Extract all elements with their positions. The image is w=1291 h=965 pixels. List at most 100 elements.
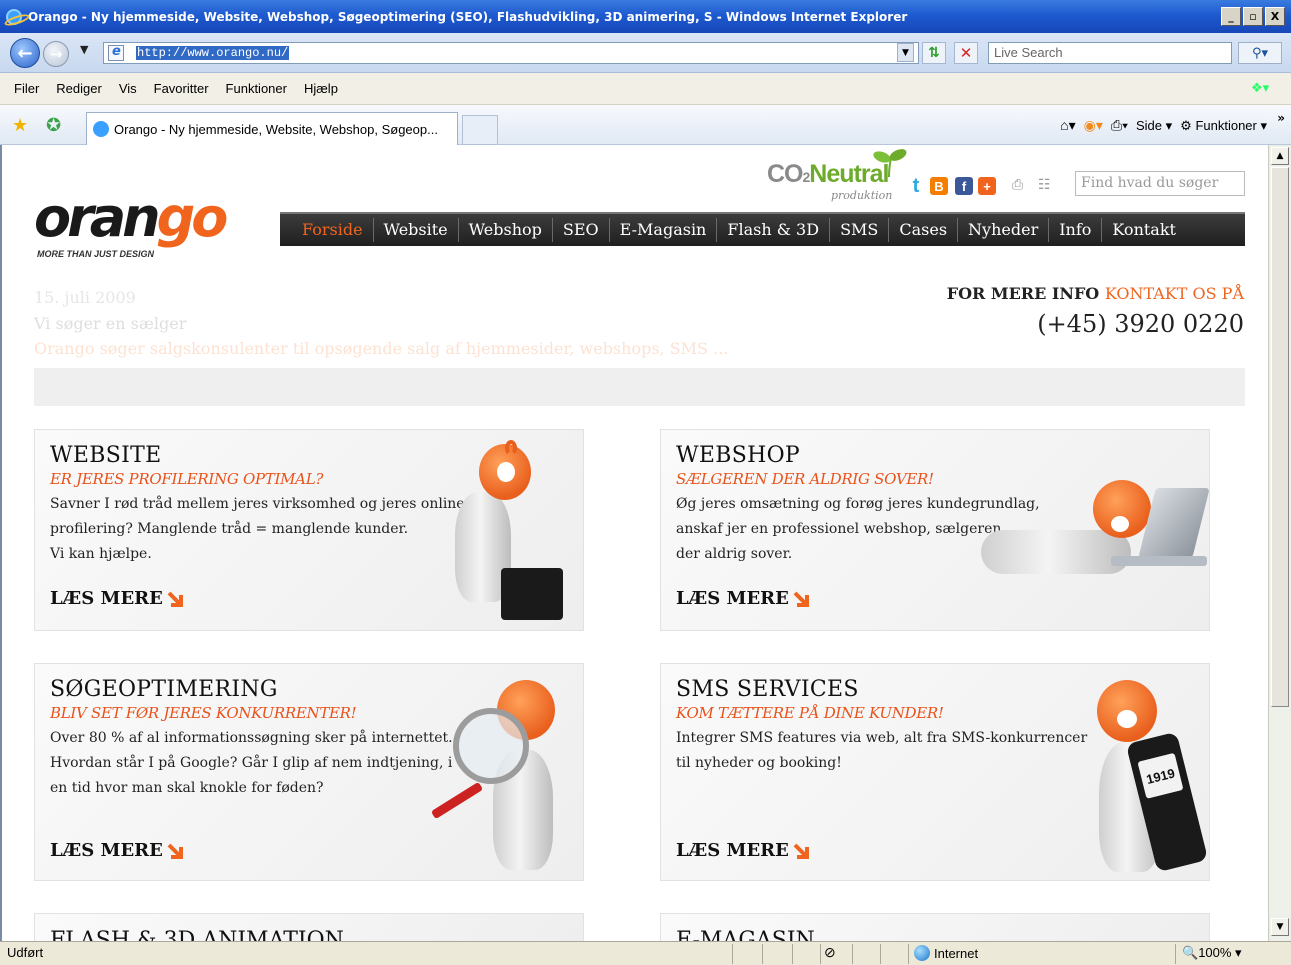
nav-info[interactable]: Info <box>1049 218 1103 242</box>
panel-seo[interactable]: SØGEOPTIMERING BLIV SET FØR JERES KONKUR… <box>34 663 584 881</box>
read-more-link[interactable]: LÆS MERE <box>676 840 811 861</box>
businessman-figure <box>425 430 575 630</box>
laptop-figure <box>961 470 1209 630</box>
logo-main: oran <box>34 186 161 249</box>
nav-flash-3d[interactable]: Flash & 3D <box>717 218 831 242</box>
co2-word: Neutral <box>809 160 889 188</box>
panel-webshop[interactable]: WEBSHOP SÆLGEREN DER ALDRIG SOVER! Øg je… <box>660 429 1210 631</box>
page-viewport: CO2Neutral produktion t B f + ⎙ ☷ Find h… <box>0 145 1268 941</box>
page-menu[interactable]: Side ▾ <box>1136 118 1172 134</box>
tools-menu[interactable]: ⚙ Funktioner ▾ <box>1180 118 1267 134</box>
feeds-icon[interactable]: ◉▾ <box>1084 117 1103 134</box>
phone-figure: 1919 <box>1057 664 1209 880</box>
maximize-button[interactable]: ▫ <box>1243 7 1263 26</box>
news-date: 15. juli 2009 <box>34 288 136 307</box>
popup-blocker-icon[interactable]: ⊘ <box>824 944 836 961</box>
magnifier-figure <box>427 664 577 880</box>
status-text: Udført <box>7 945 44 960</box>
nav-nyheder[interactable]: Nyheder <box>958 218 1050 242</box>
google-plus-icon[interactable]: + <box>978 177 996 195</box>
tools-menu-label: Funktioner <box>1195 117 1257 133</box>
security-zone[interactable]: Internet <box>914 945 978 961</box>
print-icon[interactable]: ⎙▾ <box>1111 117 1128 134</box>
panel-title: WEBSITE <box>50 443 162 468</box>
site-search-input[interactable]: Find hvad du søger <box>1075 171 1245 196</box>
panel-e-magasin[interactable]: E-MAGASIN <box>660 913 1210 941</box>
nav-e-magasin[interactable]: E-Magasin <box>610 218 718 242</box>
stop-button[interactable]: ✕ <box>954 42 978 64</box>
favorites-center-icon[interactable]: ★ <box>12 115 28 136</box>
news-teaser[interactable]: Orango søger salgskonsulenter til opsøge… <box>34 339 728 358</box>
panel-website[interactable]: WEBSITE ER JERES PROFILERING OPTIMAL? Sa… <box>34 429 584 631</box>
sitemap-icon[interactable]: ☷ <box>1038 177 1051 193</box>
print-page-icon[interactable]: ⎙ <box>1012 177 1023 193</box>
panel-body: Savner I rød tråd mellem jeres virksomhe… <box>50 492 465 567</box>
add-favorite-icon[interactable]: ✪ <box>46 115 61 136</box>
panel-body: Integrer SMS features via web, alt fra S… <box>676 726 1087 776</box>
menu-bar: Filer Rediger Vis Favoritter Funktioner … <box>0 73 1291 105</box>
panel-title: SØGEOPTIMERING <box>50 677 278 702</box>
address-field[interactable]: http://www.orango.nu/ <box>103 42 919 64</box>
read-more-label: LÆS MERE <box>50 840 163 861</box>
address-url[interactable]: http://www.orango.nu/ <box>136 46 290 60</box>
news-headline[interactable]: Vi søger en sælger <box>34 314 186 333</box>
chevron-more-icon[interactable]: » <box>1277 111 1285 125</box>
contact-prefix: FOR MERE INFO <box>946 284 1105 303</box>
menu-file[interactable]: Filer <box>14 81 39 96</box>
magnifier-glass <box>453 708 529 784</box>
read-more-link[interactable]: LÆS MERE <box>676 588 811 609</box>
twitter-icon[interactable]: t <box>907 175 925 197</box>
menu-view[interactable]: Vis <box>119 81 137 96</box>
read-more-link[interactable]: LÆS MERE <box>50 588 185 609</box>
zoom-control[interactable]: 🔍100% ▾ <box>1182 945 1242 961</box>
close-button[interactable]: X <box>1265 7 1285 26</box>
contact-link[interactable]: KONTAKT OS PÅ <box>1105 284 1244 303</box>
arrow-down-right-icon <box>167 843 183 859</box>
nav-sms[interactable]: SMS <box>830 218 890 242</box>
read-more-link[interactable]: LÆS MERE <box>50 840 185 861</box>
nav-kontakt[interactable]: Kontakt <box>1102 218 1186 242</box>
menu-help[interactable]: Hjælp <box>304 81 338 96</box>
co2-neutral-logo[interactable]: CO2Neutral <box>767 160 889 189</box>
back-button[interactable]: ← <box>10 38 40 68</box>
menu-edit[interactable]: Rediger <box>56 81 102 96</box>
tab-orango[interactable]: Orango - Ny hjemmeside, Website, Webshop… <box>86 112 458 145</box>
vertical-scrollbar[interactable]: ▲ ▼ <box>1268 145 1291 941</box>
nav-forside[interactable]: Forside <box>292 218 374 242</box>
co2-prefix: CO <box>767 160 803 188</box>
blogger-icon[interactable]: B <box>930 177 948 195</box>
ie-logo-icon <box>6 8 22 25</box>
arrow-down-right-icon <box>793 843 809 859</box>
refresh-button[interactable]: ⇅ <box>922 42 946 64</box>
search-button[interactable]: ⚲▾ <box>1238 42 1282 64</box>
zoom-level: 100% <box>1198 945 1232 960</box>
home-icon[interactable]: ⌂▾ <box>1060 117 1075 134</box>
command-bar: ⌂▾ ◉▾ ⎙▾ Side ▾ ⚙ Funktioner ▾ <box>1060 117 1267 134</box>
history-dropdown-icon[interactable]: ▼ <box>80 43 88 56</box>
scroll-down-arrow-icon[interactable]: ▼ <box>1271 918 1289 936</box>
panel-line: til nyheder og booking! <box>676 755 842 771</box>
live-search-input[interactable]: Live Search <box>988 42 1232 64</box>
nav-webshop[interactable]: Webshop <box>459 218 553 242</box>
panel-sms[interactable]: SMS SERVICES KOM TÆTTERE PÅ DINE KUNDER!… <box>660 663 1210 881</box>
nav-cases[interactable]: Cases <box>889 218 959 242</box>
minimize-button[interactable]: _ <box>1221 7 1241 26</box>
menu-favorites[interactable]: Favoritter <box>154 81 209 96</box>
panel-flash[interactable]: FLASH & 3D ANIMATION <box>34 913 584 941</box>
arrow-down-right-icon <box>167 591 183 607</box>
panel-line: Savner I rød tråd mellem jeres virksomhe… <box>50 496 465 512</box>
scroll-up-arrow-icon[interactable]: ▲ <box>1271 147 1289 165</box>
forward-button[interactable]: → <box>43 41 69 67</box>
nav-seo[interactable]: SEO <box>553 218 610 242</box>
status-bar: Udført ⊘ Internet 🔍100% ▾ <box>0 941 1291 965</box>
menu-tools[interactable]: Funktioner <box>226 81 287 96</box>
window-title: Orango - Ny hjemmeside, Website, Webshop… <box>28 9 908 24</box>
orango-logo[interactable]: orango MORE THAN JUST DESIGN <box>34 186 254 260</box>
tab-bar: ★ ✪ Orango - Ny hjemmeside, Website, Web… <box>0 105 1291 145</box>
facebook-icon[interactable]: f <box>955 177 973 195</box>
address-dropdown-icon[interactable]: ▼ <box>897 43 914 62</box>
windows-logo-icon[interactable]: ❖▾ <box>1251 81 1269 97</box>
nav-website[interactable]: Website <box>374 218 459 242</box>
new-tab-button[interactable] <box>462 115 498 145</box>
scroll-thumb[interactable] <box>1271 167 1289 707</box>
